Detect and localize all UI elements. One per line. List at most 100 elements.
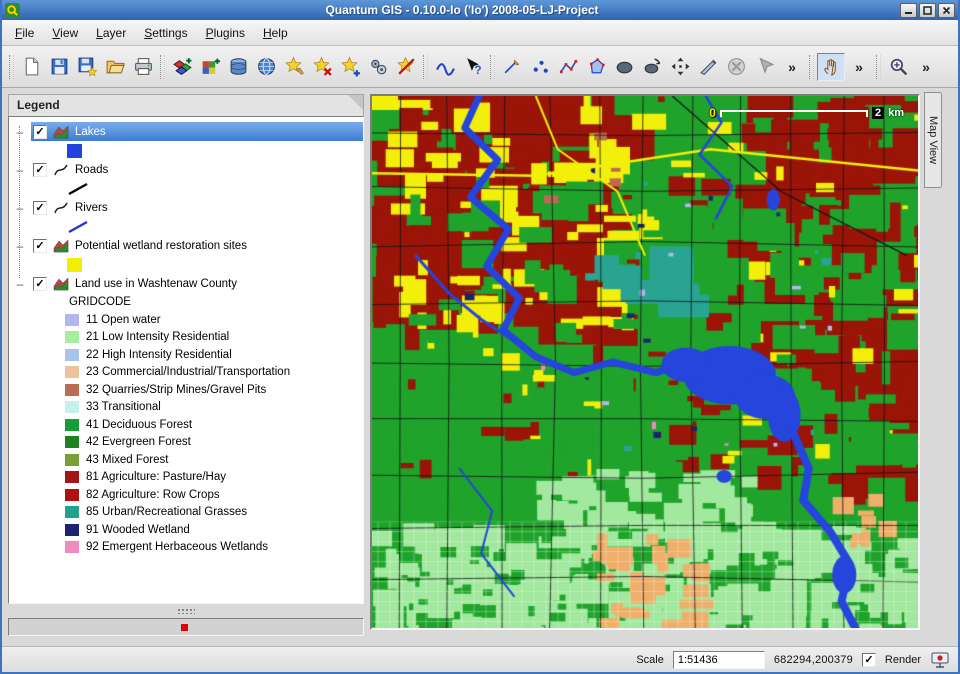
class-label: 91 Wooded Wetland	[86, 524, 190, 536]
layer-checkbox[interactable]: ✓	[33, 239, 47, 253]
layer-row-body[interactable]: ✓Lakes	[31, 122, 363, 141]
add-raster-layer-icon	[200, 56, 221, 77]
expander-icon[interactable]: –	[9, 240, 31, 252]
new-project-button[interactable]	[17, 53, 45, 81]
layer-row[interactable]: –✓Land use in Washtenaw County	[9, 274, 363, 293]
select-arrow-button[interactable]	[750, 53, 778, 81]
layer-row[interactable]: –✓Rivers	[9, 198, 363, 217]
layer-row[interactable]: –✓Lakes	[9, 122, 363, 141]
class-color-chip	[65, 436, 79, 448]
capture-point-button[interactable]	[526, 53, 554, 81]
measure-line-icon	[435, 56, 456, 77]
capture-polygon-button[interactable]	[582, 53, 610, 81]
split-feature-button[interactable]	[694, 53, 722, 81]
layer-row[interactable]: –✓ Potential wetland restoration sites	[9, 236, 363, 255]
legend-panel: Legend –✓Lakes–✓Roads–✓Rivers–✓Potential…	[8, 94, 364, 604]
toolbar-handle[interactable]	[809, 55, 814, 79]
layer-checkbox[interactable]: ✓	[33, 201, 47, 215]
legend-overview-splitter[interactable]	[8, 606, 364, 616]
scale-bar: 0 2 km	[709, 106, 904, 120]
ellipse-tool-button[interactable]	[610, 53, 638, 81]
title-bar[interactable]: Quantum GIS - 0.10.0-Io ('Io') 2008-05-L…	[2, 0, 958, 20]
layer-row-body[interactable]: ✓Roads	[31, 160, 363, 179]
layer-checkbox[interactable]: ✓	[33, 163, 47, 177]
layer-row[interactable]: –✓Roads	[9, 160, 363, 179]
whats-this-button[interactable]: ?	[459, 53, 487, 81]
add-raster-layer-button[interactable]	[196, 53, 224, 81]
delete-selected-button[interactable]	[722, 53, 750, 81]
rotate-ellipse-tool-icon	[642, 56, 663, 77]
add-postgis-layer-button[interactable]	[224, 53, 252, 81]
chevron-zoom-button[interactable]: »	[912, 53, 940, 81]
menu-file[interactable]: File	[6, 23, 43, 43]
expander-icon[interactable]: –	[9, 164, 31, 176]
rotate-ellipse-tool-button[interactable]	[638, 53, 666, 81]
chevron-pan-button[interactable]: »	[845, 53, 873, 81]
class-label: 92 Emergent Herbaceous Wetlands	[86, 541, 268, 553]
layer-symbol-row	[9, 141, 363, 160]
class-label: 23 Commercial/Industrial/Transportation	[86, 366, 290, 378]
zoom-in-button[interactable]	[884, 53, 912, 81]
menu-help[interactable]: Help	[254, 23, 297, 43]
save-project-button[interactable]	[45, 53, 73, 81]
legend-class-row: 42 Evergreen Forest	[9, 434, 363, 452]
add-all-to-overview-button[interactable]	[336, 53, 364, 81]
chevron-edit-button[interactable]: »	[778, 53, 806, 81]
layer-row-body[interactable]: ✓ Potential wetland restoration sites	[31, 236, 363, 255]
remove-layer-button[interactable]	[308, 53, 336, 81]
save-project-as-button[interactable]	[73, 53, 101, 81]
maximize-button[interactable]	[919, 3, 936, 18]
legend-attribute-row: GRIDCODE	[9, 293, 363, 311]
measure-line-button[interactable]	[431, 53, 459, 81]
toolbar-handle[interactable]	[423, 55, 428, 79]
menu-plugins[interactable]: Plugins	[197, 23, 254, 43]
tab-map-view[interactable]: Map View	[924, 92, 942, 188]
render-checkbox[interactable]: ✓	[862, 653, 876, 667]
minimize-button[interactable]	[900, 3, 917, 18]
layer-row-body[interactable]: ✓Rivers	[31, 198, 363, 217]
menu-layer[interactable]: Layer	[87, 23, 135, 43]
whats-this-icon: ?	[463, 56, 484, 77]
pan-map-button[interactable]	[817, 53, 845, 81]
add-vector-layer-button[interactable]	[168, 53, 196, 81]
layer-checkbox[interactable]: ✓	[33, 125, 47, 139]
map-canvas[interactable]	[372, 96, 918, 628]
toolbar-handle[interactable]	[876, 55, 881, 79]
legend-class-row: 91 Wooded Wetland	[9, 521, 363, 539]
show-all-layers-button[interactable]	[364, 53, 392, 81]
capture-line-button[interactable]	[498, 53, 526, 81]
open-project-button[interactable]	[101, 53, 129, 81]
toolbar-handle[interactable]	[160, 55, 165, 79]
move-feature-icon	[670, 56, 691, 77]
layer-row-body[interactable]: ✓Land use in Washtenaw County	[31, 274, 363, 293]
render-label: Render	[885, 654, 921, 666]
new-project-icon	[21, 56, 42, 77]
expander-icon[interactable]: –	[9, 126, 31, 138]
ellipse-tool-icon	[614, 56, 635, 77]
close-button[interactable]	[938, 3, 955, 18]
scale-input[interactable]	[673, 651, 765, 669]
legend-class-row: 41 Deciduous Forest	[9, 416, 363, 434]
move-feature-button[interactable]	[666, 53, 694, 81]
print-button[interactable]	[129, 53, 157, 81]
layer-checkbox[interactable]: ✓	[33, 277, 47, 291]
expander-icon[interactable]: –	[9, 202, 31, 214]
expander-icon[interactable]: –	[9, 278, 31, 290]
new-vector-layer-button[interactable]	[280, 53, 308, 81]
class-color-chip	[65, 314, 79, 326]
line-layer-icon	[53, 162, 69, 178]
menubar: FileViewLayerSettingsPluginsHelp	[2, 20, 958, 46]
hide-all-layers-button[interactable]	[392, 53, 420, 81]
toolbar-handle[interactable]	[490, 55, 495, 79]
capture-polyline-button[interactable]	[554, 53, 582, 81]
class-color-chip	[65, 506, 79, 518]
menu-settings[interactable]: Settings	[135, 23, 196, 43]
layer-label: Potential wetland restoration sites	[75, 240, 247, 252]
toolbar-handle[interactable]	[9, 55, 14, 79]
hide-all-layers-icon	[396, 56, 417, 77]
menu-view[interactable]: View	[43, 23, 87, 43]
add-wms-layer-button[interactable]	[252, 53, 280, 81]
projector-icon[interactable]	[930, 651, 950, 669]
legend-tree[interactable]: –✓Lakes–✓Roads–✓Rivers–✓Potential wetlan…	[8, 116, 364, 604]
overview-panel[interactable]	[8, 618, 364, 636]
